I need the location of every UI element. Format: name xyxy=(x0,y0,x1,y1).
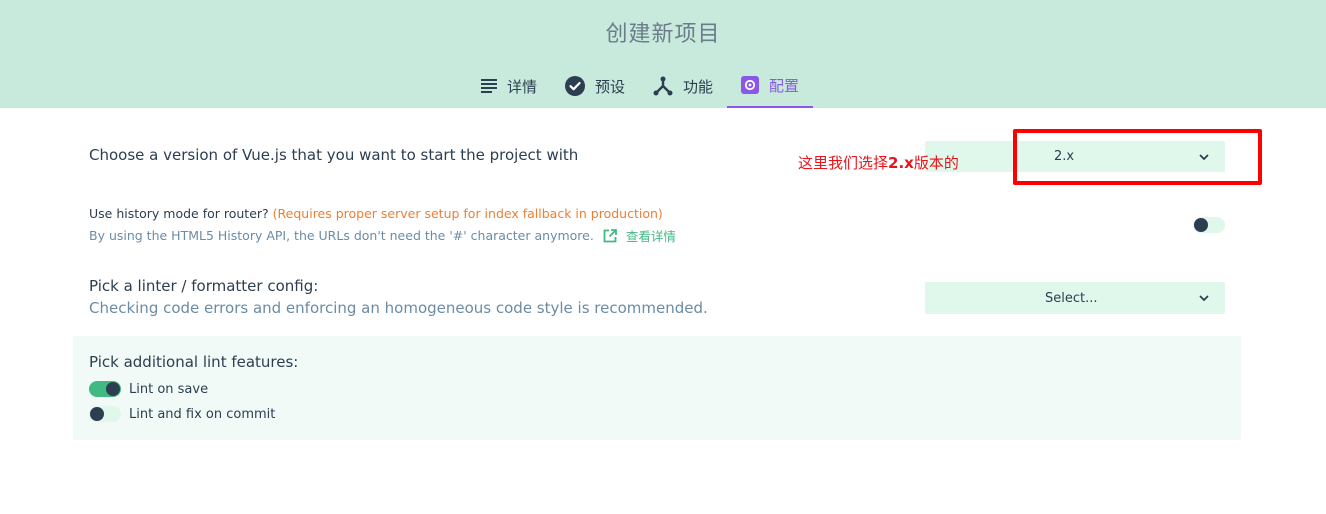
fork-icon xyxy=(653,76,673,96)
history-mode-description: By using the HTML5 History API, the URLs… xyxy=(89,226,676,245)
lint-on-save-option[interactable]: Lint on save xyxy=(89,381,208,397)
history-mode-title: Use history mode for router? (Requires p… xyxy=(89,206,663,221)
lint-features-panel: Pick additional lint features: Lint on s… xyxy=(73,336,1241,440)
header: 创建新项目 详情 预设 功能 配置 xyxy=(0,0,1326,108)
more-info-link[interactable]: 查看详情 xyxy=(602,226,676,245)
annotation-prefix: 这里我们选择 xyxy=(798,154,889,172)
external-link-icon xyxy=(603,228,617,242)
toggle-knob xyxy=(106,382,120,396)
tab-bar: 详情 预设 功能 配置 xyxy=(467,64,814,108)
tab-features-label: 功能 xyxy=(683,77,714,96)
linter-label: Pick a linter / formatter config: xyxy=(89,277,319,295)
tab-config-label: 配置 xyxy=(769,76,800,95)
lint-on-commit-toggle[interactable] xyxy=(89,406,121,422)
history-mode-description-text: By using the HTML5 History API, the URLs… xyxy=(89,228,594,243)
history-mode-warning: (Requires proper server setup for index … xyxy=(272,206,663,221)
more-info-label: 查看详情 xyxy=(625,229,676,244)
history-mode-label: Use history mode for router? xyxy=(89,206,269,221)
lint-features-title: Pick additional lint features: xyxy=(89,353,299,371)
list-icon xyxy=(481,79,497,93)
vue-version-value: 2.x xyxy=(1054,149,1075,164)
lint-on-commit-label: Lint and fix on commit xyxy=(129,406,276,422)
check-circle-icon xyxy=(565,76,586,96)
lint-on-commit-option[interactable]: Lint and fix on commit xyxy=(89,406,275,422)
linter-select-placeholder: Select... xyxy=(1045,290,1098,306)
tab-details-label: 详情 xyxy=(507,77,538,96)
vue-version-label: Choose a version of Vue.js that you want… xyxy=(89,146,579,164)
tab-details[interactable]: 详情 xyxy=(467,64,551,108)
annotation-suffix: 版本的 xyxy=(913,154,959,172)
chevron-down-icon xyxy=(1199,154,1209,160)
toggle-knob xyxy=(90,407,104,421)
tab-presets-label: 预设 xyxy=(595,77,626,96)
tab-config[interactable]: 配置 xyxy=(727,64,814,108)
annotation-text: 这里我们选择2.x版本的 xyxy=(798,152,959,173)
tab-features[interactable]: 功能 xyxy=(639,64,727,108)
linter-select[interactable]: Select... xyxy=(925,282,1225,314)
chevron-down-icon xyxy=(1199,295,1209,302)
annotation-bold: 2.x xyxy=(888,154,914,172)
lint-on-save-toggle[interactable] xyxy=(89,381,121,397)
tab-presets[interactable]: 预设 xyxy=(551,64,639,108)
linter-description: Checking code errors and enforcing an ho… xyxy=(89,299,708,317)
settings-icon xyxy=(741,76,760,94)
page-title: 创建新项目 xyxy=(605,22,721,47)
lint-on-save-label: Lint on save xyxy=(129,381,209,397)
history-mode-toggle[interactable] xyxy=(1193,217,1225,233)
toggle-knob xyxy=(1194,218,1208,232)
vue-version-select[interactable]: 2.x xyxy=(1018,141,1225,172)
